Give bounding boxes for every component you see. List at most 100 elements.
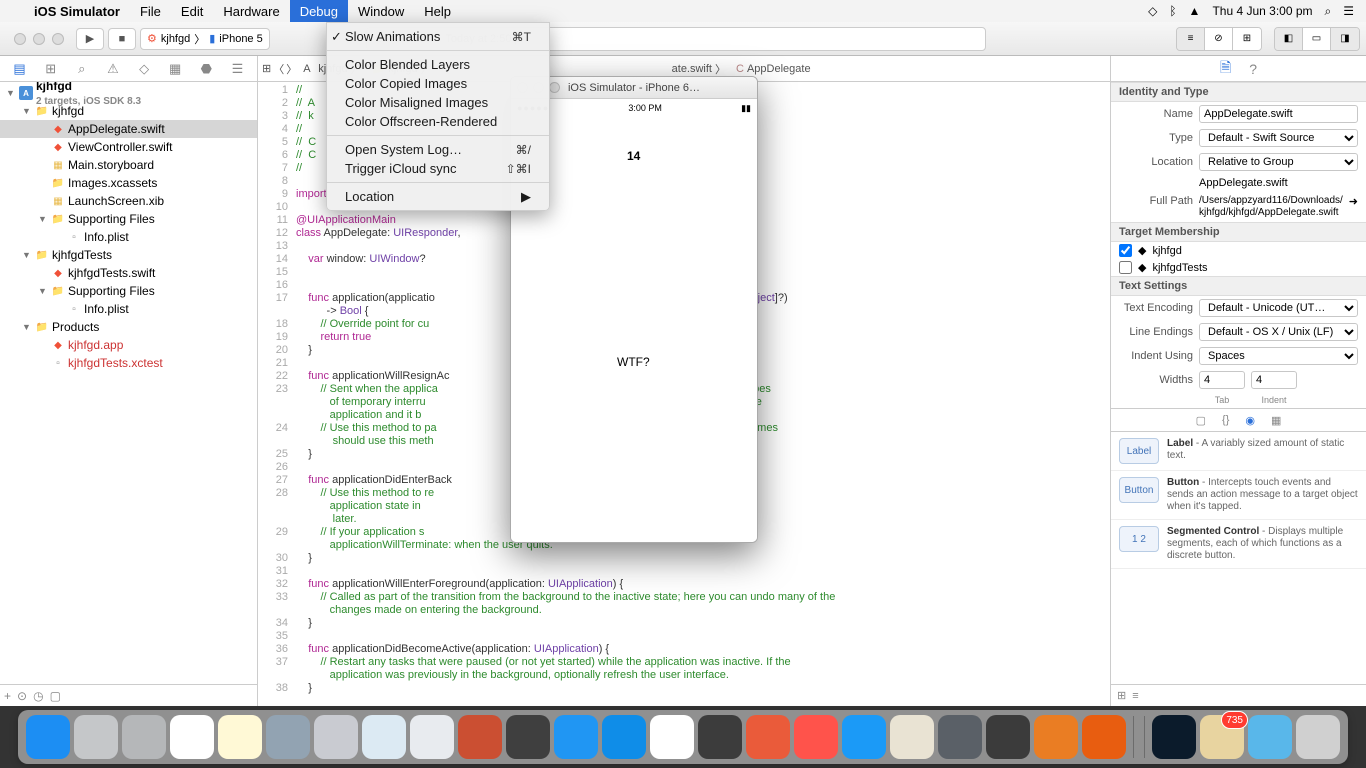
dock-app[interactable]: [74, 715, 118, 759]
dock-app[interactable]: 735: [1200, 715, 1244, 759]
stop-button[interactable]: ■: [108, 28, 136, 50]
scheme-selector[interactable]: ⚙ kjhfgd 〉 ▮ iPhone 5: [140, 28, 270, 50]
tree-item[interactable]: ▦LaunchScreen.xib: [0, 192, 257, 210]
spotlight-icon[interactable]: ⌕: [1325, 4, 1332, 19]
navigator-tabs[interactable]: ▤ ⊞ ⌕ ⚠ ◇ ▦ ⬣ ☰: [0, 56, 257, 82]
loc-select[interactable]: Relative to Group: [1199, 153, 1358, 171]
menu-item-slow-animations[interactable]: ✓Slow Animations⌘T: [327, 27, 549, 46]
breakpoint-nav-icon[interactable]: ⬣: [196, 61, 216, 77]
dock-app[interactable]: [602, 715, 646, 759]
dock[interactable]: 735: [18, 710, 1348, 764]
dock-app[interactable]: [1082, 715, 1126, 759]
tree-item[interactable]: ▫Info.plist: [0, 228, 257, 246]
type-select[interactable]: Default - Swift Source: [1199, 129, 1358, 147]
tree-item[interactable]: ▼📁kjhfgdTests: [0, 246, 257, 264]
run-button[interactable]: ▶: [76, 28, 104, 50]
library-tabs[interactable]: ▢{}◉▦: [1111, 408, 1366, 432]
dock-app[interactable]: [986, 715, 1030, 759]
view-panels-segment[interactable]: ◧▭◨: [1274, 27, 1360, 51]
library-filter[interactable]: ⊞≡: [1111, 684, 1366, 706]
dock-app[interactable]: [842, 715, 886, 759]
tree-item[interactable]: ▼📁Supporting Files: [0, 210, 257, 228]
dock-app[interactable]: [746, 715, 790, 759]
target-checkbox[interactable]: [1119, 244, 1132, 257]
indent-width[interactable]: [1251, 371, 1297, 389]
debug-nav-icon[interactable]: ▦: [165, 61, 185, 77]
reveal-icon[interactable]: ➜: [1349, 195, 1358, 208]
target-row[interactable]: ◆ kjhfgd: [1111, 242, 1366, 259]
library-item[interactable]: LabelLabel - A variably sized amount of …: [1111, 432, 1366, 471]
inspector-tabs[interactable]: 🗎 ?: [1111, 56, 1366, 82]
dock-app[interactable]: [1034, 715, 1078, 759]
library-item[interactable]: 1 2Segmented Control - Displays multiple…: [1111, 520, 1366, 569]
library-item[interactable]: ButtonButton - Intercepts touch events a…: [1111, 471, 1366, 520]
tab-width[interactable]: [1199, 371, 1245, 389]
dock-app[interactable]: [1248, 715, 1292, 759]
dock-app[interactable]: [698, 715, 742, 759]
issue-nav-icon[interactable]: ⚠: [103, 61, 123, 77]
indent-select[interactable]: Spaces: [1199, 347, 1358, 365]
dropbox-icon[interactable]: ◇: [1148, 4, 1157, 18]
le-select[interactable]: Default - OS X / Unix (LF): [1199, 323, 1358, 341]
project-nav-icon[interactable]: ▤: [10, 61, 30, 77]
name-field[interactable]: [1199, 105, 1358, 123]
add-icon[interactable]: +: [4, 689, 11, 703]
report-nav-icon[interactable]: ☰: [227, 61, 247, 77]
menubar-app-name[interactable]: iOS Simulator: [24, 4, 130, 19]
find-nav-icon[interactable]: ⌕: [72, 61, 92, 77]
object-library[interactable]: LabelLabel - A variably sized amount of …: [1111, 432, 1366, 569]
enc-select[interactable]: Default - Unicode (UT…: [1199, 299, 1358, 317]
dock-app[interactable]: [1296, 715, 1340, 759]
navigator-filter[interactable]: + ⊙ ◷ ▢: [0, 684, 257, 706]
test-nav-icon[interactable]: ◇: [134, 61, 154, 77]
tree-item[interactable]: ◆kjhfgdTests.swift: [0, 264, 257, 282]
back-icon[interactable]: 〈: [273, 61, 284, 77]
dock-app[interactable]: [362, 715, 406, 759]
file-inspector-icon[interactable]: 🗎: [1220, 57, 1231, 81]
dock-app[interactable]: [410, 715, 454, 759]
tree-item[interactable]: ▦Main.storyboard: [0, 156, 257, 174]
window-traffic-lights[interactable]: [6, 33, 72, 45]
dock-app[interactable]: [1152, 715, 1196, 759]
dock-app[interactable]: [554, 715, 598, 759]
dock-app[interactable]: [650, 715, 694, 759]
dock-app[interactable]: [314, 715, 358, 759]
project-tree[interactable]: ▼A kjhfgd 2 targets, iOS SDK 8.3 ▼📁kjhfg…: [0, 82, 257, 684]
tree-item[interactable]: ▼📁Products: [0, 318, 257, 336]
bluetooth-icon[interactable]: ᛒ: [1169, 4, 1176, 18]
dock-app[interactable]: [122, 715, 166, 759]
dock-app[interactable]: [890, 715, 934, 759]
tree-item[interactable]: ◆AppDelegate.swift: [0, 120, 257, 138]
menu-item-trigger-icloud-sync[interactable]: Trigger iCloud sync⇧⌘I: [327, 159, 549, 178]
menu-item-color-offscreen-rendered[interactable]: Color Offscreen-Rendered: [327, 112, 549, 131]
menu-hardware[interactable]: Hardware: [213, 0, 289, 22]
menu-window[interactable]: Window: [348, 0, 414, 22]
grid-icon[interactable]: ⊞: [1117, 689, 1126, 702]
menu-item-color-copied-images[interactable]: Color Copied Images: [327, 74, 549, 93]
menu-item-location[interactable]: Location▶: [327, 187, 549, 206]
dock-app[interactable]: [794, 715, 838, 759]
filter-icon[interactable]: ⊙: [17, 689, 27, 703]
dock-app[interactable]: [266, 715, 310, 759]
dock-app[interactable]: [938, 715, 982, 759]
scm-icon[interactable]: ▢: [50, 689, 61, 703]
menu-debug[interactable]: Debug: [290, 0, 348, 22]
editor-mode-segment[interactable]: ≡⊘⊞: [1176, 27, 1262, 51]
dock-app[interactable]: [218, 715, 262, 759]
tree-item[interactable]: 📁Images.xcassets: [0, 174, 257, 192]
clock-icon[interactable]: ◷: [33, 689, 43, 703]
menu-edit[interactable]: Edit: [171, 0, 213, 22]
dock-app[interactable]: [506, 715, 550, 759]
sound-icon[interactable]: ▲: [1189, 4, 1201, 18]
fwd-icon[interactable]: 〉: [286, 61, 297, 77]
menu-help[interactable]: Help: [414, 0, 461, 22]
tree-item[interactable]: ▫kjhfgdTests.xctest: [0, 354, 257, 372]
tree-item[interactable]: ▼📁Supporting Files: [0, 282, 257, 300]
target-row[interactable]: ◆ kjhfgdTests: [1111, 259, 1366, 276]
menu-item-color-misaligned-images[interactable]: Color Misaligned Images: [327, 93, 549, 112]
tree-item[interactable]: ◆ViewController.swift: [0, 138, 257, 156]
menu-item-color-blended-layers[interactable]: Color Blended Layers: [327, 55, 549, 74]
menubar-clock[interactable]: Thu 4 Jun 3:00 pm: [1212, 4, 1312, 18]
target-checkbox[interactable]: [1119, 261, 1132, 274]
dock-app[interactable]: [458, 715, 502, 759]
